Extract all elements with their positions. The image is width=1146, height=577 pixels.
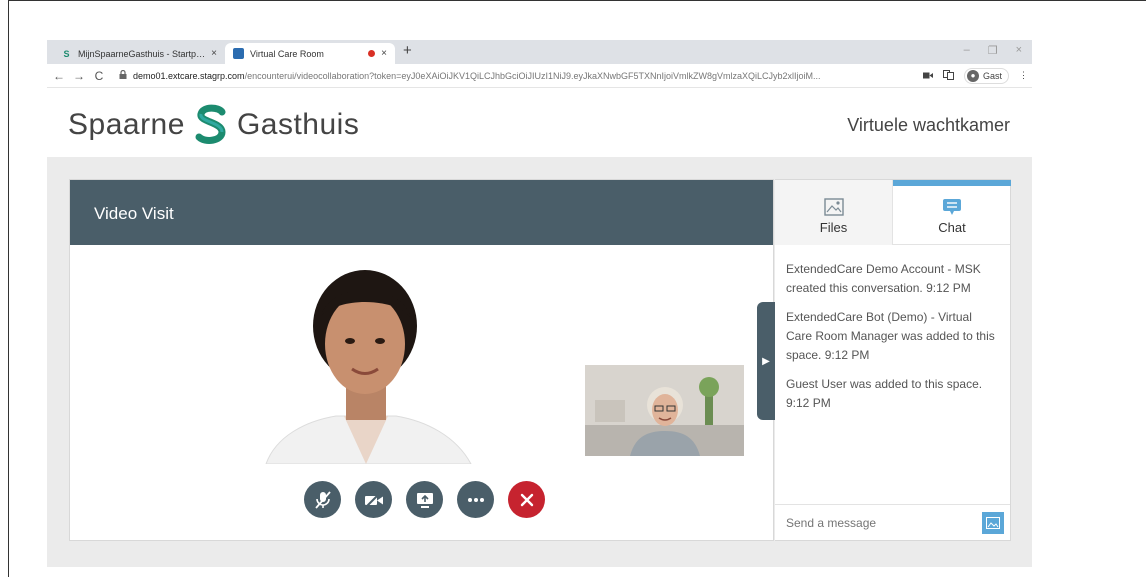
reload-icon[interactable]: C [91,69,107,83]
more-options-button[interactable] [457,481,494,518]
mute-mic-button[interactable] [304,481,341,518]
chat-message: Guest User was added to this space. 9:12… [786,377,983,410]
tab-files[interactable]: Files [775,180,893,245]
end-call-button[interactable] [508,481,545,518]
profile-button[interactable]: ● Gast [964,67,1010,84]
image-file-icon [823,198,844,216]
tab-chat[interactable]: Chat [893,180,1011,245]
attach-image-button[interactable] [982,512,1004,534]
back-arrow-icon[interactable]: ← [51,69,67,83]
virtual-care-favicon-icon [233,48,244,59]
browser-tab-virtual-care[interactable]: Virtual Care Room × [225,43,395,64]
tab-close-icon[interactable]: × [381,48,387,59]
tab-files-label: Files [819,220,848,235]
chat-message: ExtendedCare Demo Account - MSK created … [786,262,981,295]
profile-avatar-icon: ● [967,69,979,82]
chat-message: ExtendedCare Bot (Demo) - Virtual Care R… [786,310,995,362]
video-visit-title: Video Visit [94,204,174,223]
self-video-feed [585,365,744,456]
forward-arrow-icon[interactable]: → [71,69,87,83]
mute-mic-icon [314,490,331,509]
brand-right-text: Gasthuis [236,108,360,141]
tab-close-icon[interactable]: × [211,48,217,59]
camera-in-use-icon[interactable] [923,71,933,81]
self-participant-image [585,365,744,456]
address-bar: ← → C demo01.extcare.stagrp.com/encounte… [47,64,1032,88]
browser-tab-bar: S MijnSpaarneGasthuis - Startpagi × Virt… [47,40,1032,64]
more-icon [467,497,484,502]
end-call-icon [520,493,533,506]
chat-message-list: ExtendedCare Demo Account - MSK created … [786,260,1001,423]
brand-left-text: Spaarne [68,108,185,141]
url-path: /encounterui/videocollaboration?token=ey… [244,70,821,81]
spaarne-favicon-icon: S [63,48,70,59]
share-screen-button[interactable] [406,481,443,518]
browser-menu-icon[interactable]: ⋮ [1019,70,1028,81]
remote-participant-image [166,266,560,464]
window-controls: – ❐ × [964,44,1022,57]
share-screen-icon [416,492,433,508]
spaarne-s-logo-icon [193,104,229,146]
toolbar-right: ● Gast ⋮ [923,67,1028,84]
video-visit-panel: Video Visit ▶ [69,179,775,541]
lock-icon [119,70,127,81]
spaarne-gasthuis-logo: Spaarne Gasthuis [68,104,359,146]
url-field[interactable]: demo01.extcare.stagrp.com/encounterui/vi… [119,70,909,81]
translate-icon[interactable] [943,69,954,82]
url-host: demo01.extcare.stagrp.com [133,70,245,81]
restore-button[interactable]: ❐ [988,44,998,57]
new-tab-button[interactable]: + [403,42,412,59]
camera-off-icon [364,491,383,508]
minimize-button[interactable]: – [964,44,970,57]
call-controls [304,481,545,518]
chat-tabs: Files Chat [775,180,1011,245]
tab-title: Virtual Care Room [250,48,324,59]
profile-label: Gast [983,70,1003,81]
chat-bubble-icon [943,199,961,215]
message-input[interactable] [775,515,965,530]
attach-image-icon [986,517,1000,529]
waiting-room-title: Virtuele wachtkamer [847,115,1010,135]
chat-panel: Files Chat ExtendedCare Demo Account - M… [775,179,1011,541]
browser-tab-mijnspaarne[interactable]: S MijnSpaarneGasthuis - Startpagi × [53,43,225,64]
recording-indicator-icon [368,50,376,57]
close-window-button[interactable]: × [1016,44,1022,57]
camera-toggle-button[interactable] [355,481,392,518]
tab-chat-label: Chat [938,220,966,235]
remote-video-feed [166,266,560,464]
video-visit-header: Video Visit [70,180,773,245]
collapse-chat-handle[interactable]: ▶ [757,302,775,420]
chat-input-bar [775,504,1010,540]
chevron-right-icon: ▶ [762,355,770,367]
tab-title: MijnSpaarneGasthuis - Startpagi [78,48,206,59]
